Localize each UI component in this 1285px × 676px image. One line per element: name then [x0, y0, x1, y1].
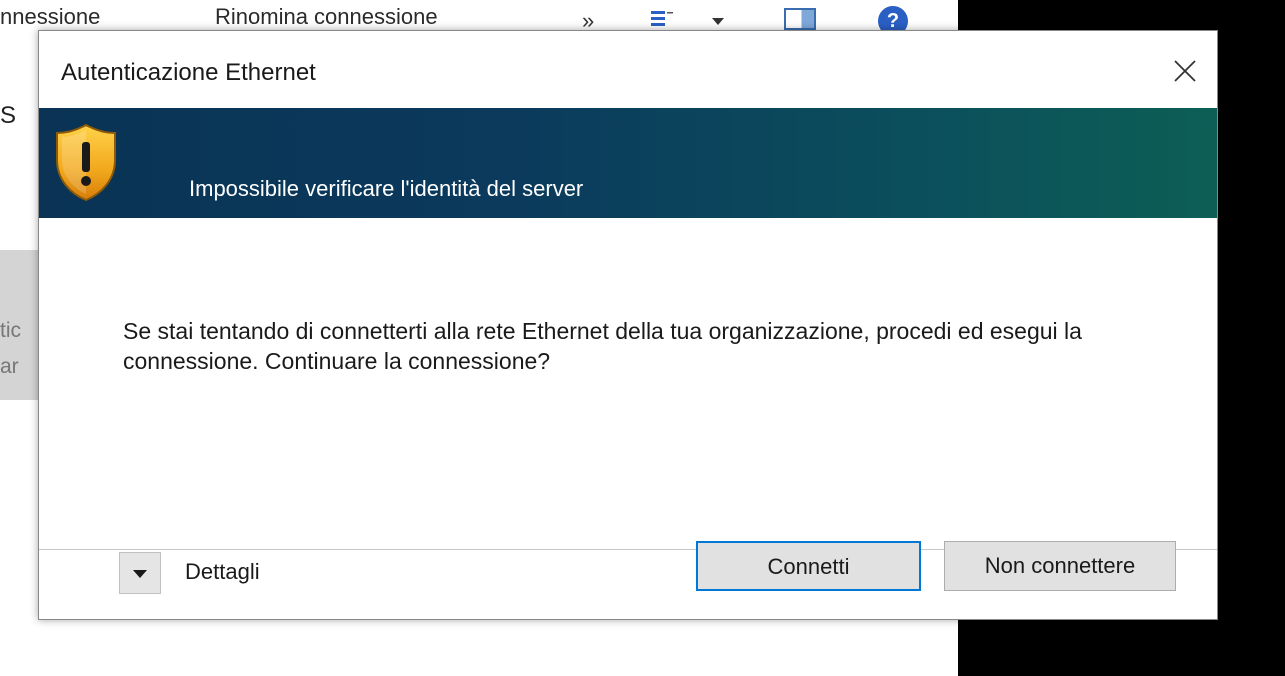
chevron-down-icon: [133, 570, 147, 578]
dialog-message: Se stai tentando di connetterti alla ret…: [123, 318, 1082, 374]
bg-side-text-1: tic: [0, 319, 21, 342]
view-options-icon[interactable]: [650, 10, 674, 28]
dialog-titlebar[interactable]: Autenticazione Ethernet: [39, 31, 1217, 108]
bg-side-heading: S: [0, 102, 17, 129]
ethernet-auth-dialog: Autenticazione Ethernet Impossibile veri…: [38, 30, 1218, 620]
connect-button[interactable]: Connetti: [696, 541, 921, 591]
dialog-title: Autenticazione Ethernet: [61, 59, 316, 86]
view-dropdown-icon[interactable]: [712, 18, 724, 25]
shield-warning-icon: [56, 123, 116, 202]
dont-connect-button[interactable]: Non connettere: [944, 541, 1176, 591]
details-expand-button[interactable]: [119, 552, 161, 594]
bg-side-text-2: ar: [0, 355, 19, 378]
warning-banner: Impossibile verificare l'identità del se…: [39, 108, 1217, 218]
bg-toolbar-item-connection[interactable]: nnessione: [0, 4, 100, 30]
close-icon[interactable]: [1167, 53, 1203, 89]
bg-toolbar-item-rename[interactable]: Rinomina connessione: [215, 4, 438, 30]
details-label[interactable]: Dettagli: [185, 559, 260, 585]
preview-pane-icon[interactable]: [784, 8, 816, 30]
banner-heading: Impossibile verificare l'identità del se…: [189, 176, 584, 201]
screen: nnessione Rinomina connessione » ? S tic…: [0, 0, 1285, 676]
